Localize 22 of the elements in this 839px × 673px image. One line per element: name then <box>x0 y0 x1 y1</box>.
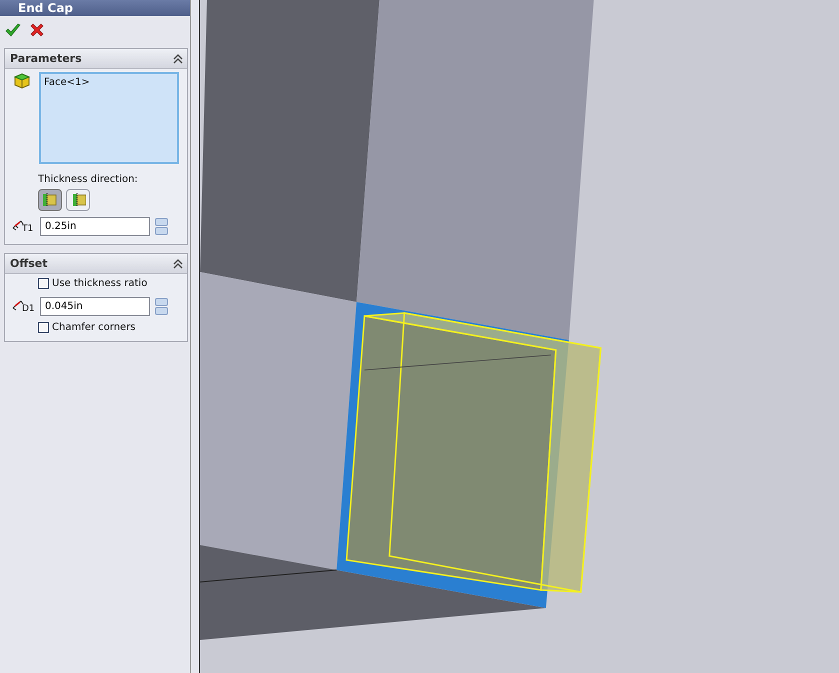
collapse-chevron-icon[interactable] <box>173 54 183 64</box>
panel-title: End Cap <box>18 0 74 16</box>
group-title: Offset <box>10 257 48 270</box>
ok-check-icon[interactable] <box>5 22 21 38</box>
distance-input[interactable]: 0.045in <box>40 297 150 316</box>
panel-splitter[interactable] <box>190 0 200 673</box>
checkbox[interactable] <box>38 278 49 289</box>
direction-button[interactable] <box>66 189 90 211</box>
checkbox[interactable] <box>38 322 49 333</box>
thickness-input[interactable]: 0.25in <box>40 217 150 236</box>
direction-button[interactable] <box>38 189 62 211</box>
thickness-direction-icon <box>70 192 86 208</box>
cube-icon <box>13 72 31 90</box>
checkbox-label: Use thickness ratio <box>52 278 148 289</box>
checkbox-label: Chamfer corners <box>52 322 136 333</box>
direction-label: Thickness direction: <box>37 173 139 187</box>
cancel-x-icon[interactable] <box>29 22 45 38</box>
thickness-direction-icon <box>42 192 58 208</box>
selection-item[interactable]: Face<1> <box>44 77 174 88</box>
group-title: Parameters <box>10 52 82 65</box>
selection-list[interactable]: Face<1> <box>39 72 179 164</box>
collapse-chevron-icon[interactable] <box>173 258 183 268</box>
